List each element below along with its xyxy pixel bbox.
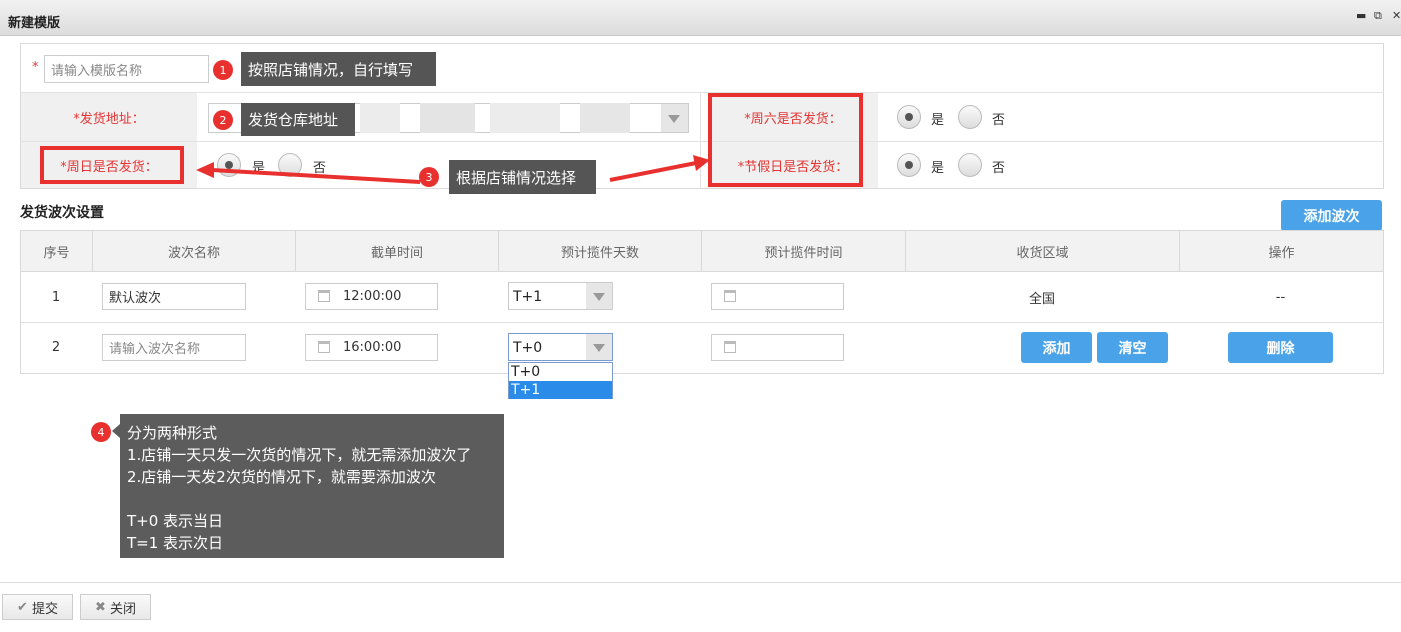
row-index: 1: [51, 289, 61, 305]
column-header: 截单时间: [296, 231, 499, 272]
wave-section-title: 发货波次设置: [20, 205, 104, 221]
row-divider: [21, 322, 1383, 323]
callout-2: 发货仓库地址: [241, 103, 355, 136]
delete-wave-button[interactable]: 删除: [1228, 332, 1333, 363]
close-icon: ✖: [95, 599, 106, 615]
pickup-days-select[interactable]: T+1: [508, 282, 613, 310]
arrow-line: [211, 168, 421, 184]
calendar-icon: [318, 341, 330, 353]
check-icon: ✔: [17, 599, 28, 615]
add-wave-button[interactable]: 添加波次: [1281, 200, 1382, 231]
dropdown-option-selected[interactable]: T+1: [509, 381, 612, 399]
close-button[interactable]: ✖ 关闭: [80, 594, 151, 620]
arrow-line: [609, 161, 697, 182]
callout-number: 3: [419, 167, 439, 187]
add-region-button[interactable]: 添加: [1021, 332, 1092, 363]
pickup-days-select[interactable]: T+0: [508, 333, 613, 361]
calendar-icon: [318, 290, 330, 302]
callout-number: 2: [213, 110, 233, 130]
row-index: 2: [51, 340, 61, 355]
column-header: 预计揽件天数: [499, 231, 702, 272]
clear-region-button[interactable]: 清空: [1097, 332, 1168, 363]
calendar-icon: [724, 290, 736, 302]
chevron-down-icon: [586, 334, 612, 360]
submit-button[interactable]: ✔ 提交: [2, 594, 73, 620]
note-line: T+0 表示当日: [127, 512, 224, 530]
column-header: 波次名称: [93, 231, 296, 272]
cutoff-time-value: 16:00:00: [343, 340, 402, 355]
pickup-days-value: T+1: [513, 289, 543, 305]
column-header: 操作: [1268, 246, 1295, 261]
cutoff-time-value: 12:00:00: [343, 289, 402, 304]
note-line: 2.店铺一天发2次货的情况下，就需要添加波次: [127, 468, 436, 486]
note-line: 1.店铺一天只发一次货的情况下，就无需添加波次了: [127, 446, 472, 464]
calendar-icon: [724, 341, 736, 353]
note-line: [127, 488, 497, 510]
column-header: 序号: [21, 231, 93, 272]
pickup-days-dropdown[interactable]: T+0 T+1: [508, 362, 613, 399]
pickup-days-value: T+0: [513, 340, 543, 356]
note-line: T=1 表示次日: [127, 534, 224, 552]
arrow-head: [693, 155, 710, 171]
dropdown-option[interactable]: T+0: [509, 363, 612, 381]
operation-text: --: [1275, 289, 1286, 305]
arrow-head: [196, 162, 214, 178]
wave-name-input[interactable]: 默认波次: [102, 283, 246, 310]
column-header: 预计揽件时间: [702, 231, 906, 272]
note-line: 分为两种形式: [127, 424, 218, 442]
table-header: 序号 波次名称 截单时间 预计揽件天数 预计揽件时间 收货区域 操作: [21, 231, 1383, 272]
wave-name-input[interactable]: 请输入波次名称: [102, 334, 246, 361]
callout-3: 根据店铺情况选择: [449, 160, 596, 194]
region-text: 全国: [1028, 291, 1055, 307]
callout-1: 按照店铺情况，自行填写: [241, 52, 436, 86]
chevron-down-icon: [586, 283, 612, 309]
dialog-footer: [0, 582, 1401, 632]
callout-4-note: 分为两种形式 1.店铺一天只发一次货的情况下，就无需添加波次了 2.店铺一天发2…: [112, 414, 504, 558]
submit-label: 提交: [31, 601, 58, 617]
close-label: 关闭: [109, 601, 136, 617]
callout-number: 4: [91, 422, 111, 442]
callout-number: 1: [213, 60, 233, 80]
column-header: 收货区域: [906, 231, 1180, 272]
